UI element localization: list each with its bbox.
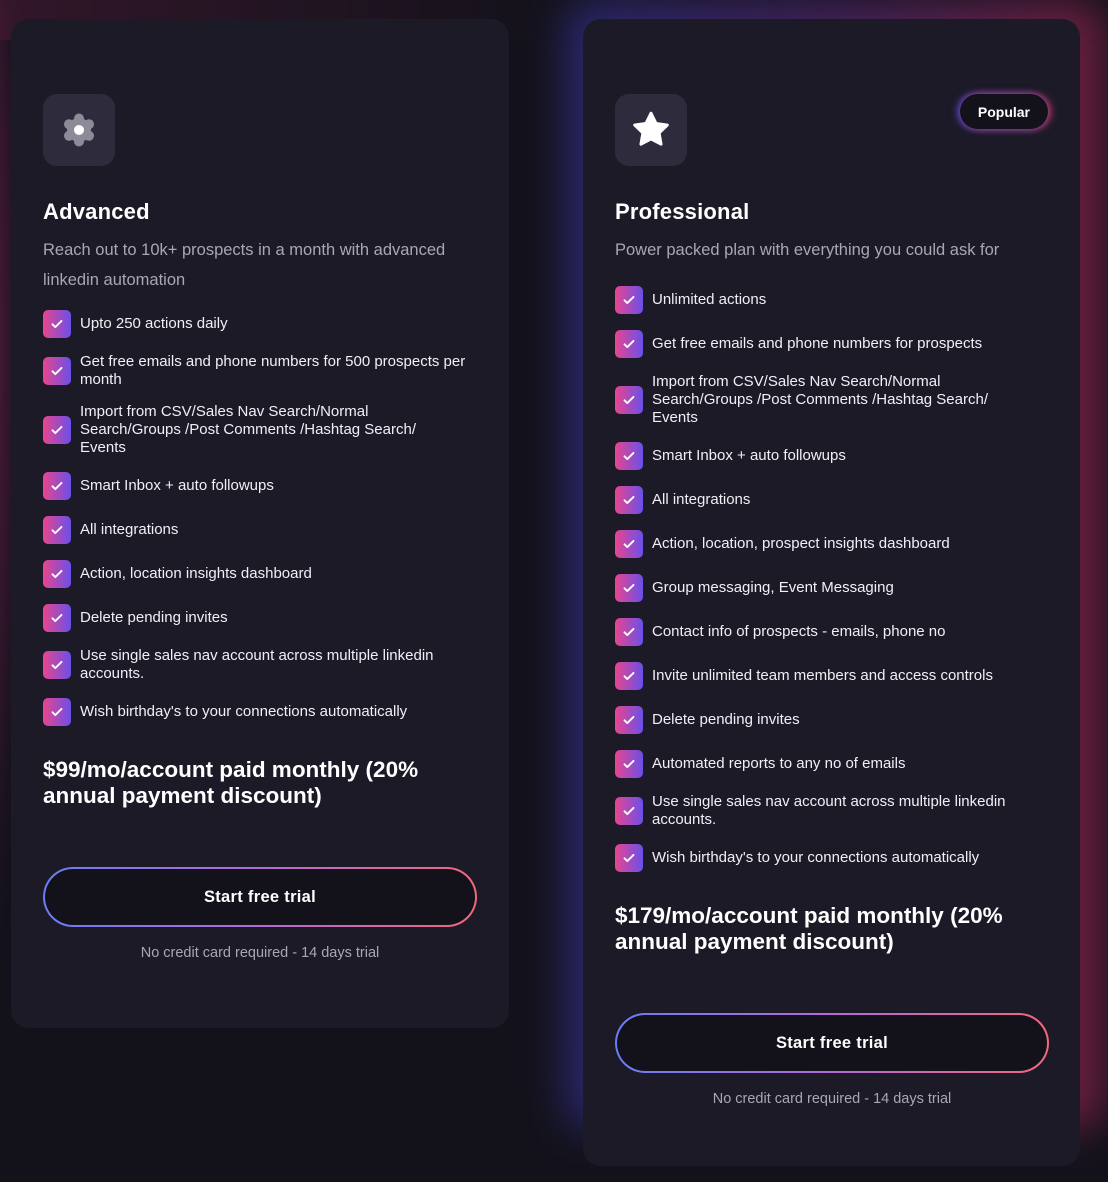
- feature-list: Unlimited actions Get free emails and pho…: [615, 285, 1048, 873]
- feature-text: Group messaging, Event Messaging: [652, 579, 894, 596]
- check-icon: [615, 330, 643, 358]
- pricing-section: Advanced Reach out to 10k+ prospects in …: [0, 0, 1108, 1182]
- feature-item: Action, location insights dashboard: [43, 559, 477, 589]
- feature-item: Group messaging, Event Messaging: [615, 573, 1048, 603]
- feature-item: Upto 250 actions daily: [43, 309, 477, 339]
- plan-price: $99/mo/account paid monthly (20% annual …: [43, 757, 419, 808]
- feature-text: Action, location, prospect insights dash…: [652, 535, 950, 552]
- feature-item: All integrations: [615, 485, 1048, 515]
- feature-text: Automated reports to any no of emails: [652, 755, 906, 772]
- feature-text: All integrations: [80, 521, 179, 538]
- plan-description: Power packed plan with everything you co…: [615, 241, 1000, 259]
- feature-item: Get free emails and phone numbers for pr…: [615, 329, 1048, 359]
- cta-border: Start free trial: [43, 867, 477, 927]
- check-icon: [615, 797, 643, 825]
- feature-text: Wish birthday's to your connections auto…: [652, 849, 980, 866]
- feature-text: Action, location insights dashboard: [80, 565, 312, 582]
- feature-item: Smart Inbox + auto followups: [615, 441, 1048, 471]
- feature-item: Action, location, prospect insights dash…: [615, 529, 1048, 559]
- plan-title: Advanced: [43, 199, 150, 224]
- feature-text: Import from CSV/Sales Nav Search/Normal …: [80, 403, 416, 456]
- feature-item: Smart Inbox + auto followups: [43, 471, 477, 501]
- check-icon: [43, 416, 71, 444]
- plan-title: Professional: [615, 199, 750, 224]
- feature-text: Smart Inbox + auto followups: [652, 447, 846, 464]
- check-icon: [615, 844, 643, 872]
- check-icon: [43, 310, 71, 338]
- check-icon: [615, 618, 643, 646]
- start-free-trial-button[interactable]: Start free trial: [617, 1015, 1047, 1071]
- cta-border: Start free trial: [615, 1013, 1049, 1073]
- gear-icon: [64, 113, 94, 147]
- check-icon: [615, 574, 643, 602]
- plan-price: $179/mo/account paid monthly (20% annual…: [615, 903, 1003, 954]
- star-icon: [633, 111, 669, 146]
- feature-item: Wish birthday's to your connections auto…: [43, 697, 477, 727]
- feature-text: Delete pending invites: [80, 609, 228, 626]
- check-icon: [615, 530, 643, 558]
- feature-text: Use single sales nav account across mult…: [652, 793, 1006, 828]
- feature-item: Get free emails and phone numbers for 50…: [43, 353, 477, 389]
- feature-text: Delete pending invites: [652, 711, 800, 728]
- check-icon: [615, 486, 643, 514]
- feature-item: Use single sales nav account across mult…: [43, 647, 477, 683]
- feature-item: Delete pending invites: [615, 705, 1048, 735]
- feature-text: Smart Inbox + auto followups: [80, 477, 274, 494]
- feature-item: Unlimited actions: [615, 285, 1048, 315]
- plan-description: Reach out to 10k+ prospects in a month w…: [43, 241, 446, 289]
- check-icon: [615, 706, 643, 734]
- feature-text: Use single sales nav account across mult…: [80, 647, 434, 682]
- feature-list: Upto 250 actions daily Get free emails an…: [43, 309, 477, 727]
- check-icon: [43, 698, 71, 726]
- check-icon: [615, 662, 643, 690]
- check-icon: [43, 516, 71, 544]
- check-icon: [43, 651, 71, 679]
- start-free-trial-button[interactable]: Start free trial: [45, 869, 475, 925]
- feature-item: Import from CSV/Sales Nav Search/Normal …: [43, 403, 477, 457]
- feature-item: Delete pending invites: [43, 603, 477, 633]
- check-icon: [43, 357, 71, 385]
- feature-text: Import from CSV/Sales Nav Search/Normal …: [652, 373, 988, 426]
- popular-badge: Popular: [959, 94, 1048, 129]
- feature-text: Get free emails and phone numbers for pr…: [652, 335, 983, 352]
- check-icon: [615, 442, 643, 470]
- feature-text: Unlimited actions: [652, 291, 767, 308]
- check-icon: [615, 286, 643, 314]
- feature-text: Upto 250 actions daily: [80, 315, 228, 332]
- plan-icon-box: [615, 94, 687, 166]
- feature-text: Invite unlimited team members and access…: [652, 667, 993, 684]
- feature-item: Import from CSV/Sales Nav Search/Normal …: [615, 373, 1048, 427]
- feature-item: Automated reports to any no of emails: [615, 749, 1048, 779]
- plan-card-advanced: Advanced Reach out to 10k+ prospects in …: [11, 19, 509, 1028]
- check-icon: [43, 604, 71, 632]
- trial-note: No credit card required - 14 days trial: [140, 945, 380, 961]
- feature-item: Contact info of prospects - emails, phon…: [615, 617, 1048, 647]
- feature-item: Wish birthday's to your connections auto…: [615, 843, 1048, 873]
- trial-note: No credit card required - 14 days trial: [712, 1091, 952, 1107]
- plan-icon-box: [43, 94, 115, 166]
- feature-text: Wish birthday's to your connections auto…: [80, 703, 408, 720]
- feature-item: All integrations: [43, 515, 477, 545]
- check-icon: [615, 750, 643, 778]
- feature-text: Contact info of prospects - emails, phon…: [652, 623, 946, 640]
- feature-text: Get free emails and phone numbers for 50…: [80, 353, 466, 388]
- feature-text: All integrations: [652, 491, 751, 508]
- check-icon: [43, 472, 71, 500]
- feature-item: Use single sales nav account across mult…: [615, 793, 1048, 829]
- plan-card-professional: Popular Professional Power packed plan w…: [583, 19, 1080, 1166]
- check-icon: [615, 386, 643, 414]
- feature-item: Invite unlimited team members and access…: [615, 661, 1048, 691]
- check-icon: [43, 560, 71, 588]
